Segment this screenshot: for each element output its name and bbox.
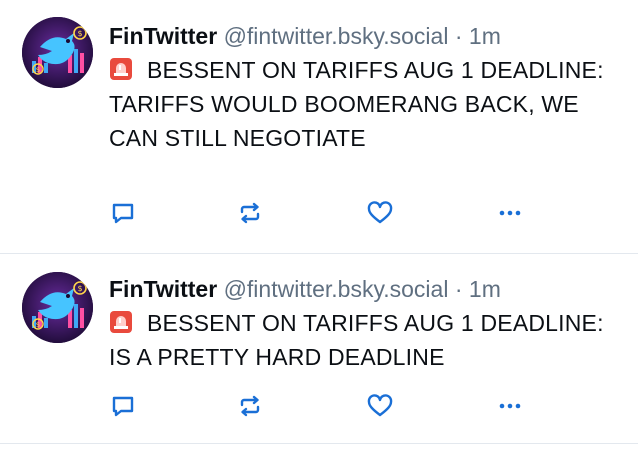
- repost-button[interactable]: [236, 199, 266, 229]
- post[interactable]: $ $ FinTwitter @fintwitter.bsky.social ·…: [0, 253, 638, 443]
- author-name[interactable]: FinTwitter: [109, 23, 217, 49]
- more-button[interactable]: [496, 392, 526, 422]
- svg-text:$: $: [77, 29, 82, 38]
- post-actions: [109, 392, 529, 422]
- feed: $ $ FinTwitter @fintwitter.bsky.social ·…: [0, 0, 638, 451]
- reply-button[interactable]: [109, 199, 139, 229]
- repost-button[interactable]: [236, 392, 266, 422]
- post-text-content: BESSENT ON TARIFFS AUG 1 DEADLINE: TARIF…: [109, 57, 604, 151]
- like-button[interactable]: [366, 199, 396, 229]
- repost-icon: [240, 395, 260, 417]
- svg-text:$: $: [77, 284, 82, 293]
- separator: ·: [454, 276, 463, 302]
- post-text: BESSENT ON TARIFFS AUG 1 DEADLINE: IS A …: [109, 306, 618, 374]
- author-handle[interactable]: @fintwitter.bsky.social: [224, 23, 449, 49]
- post-text-content: BESSENT ON TARIFFS AUG 1 DEADLINE: IS A …: [109, 310, 604, 370]
- post-header: FinTwitter @fintwitter.bsky.social · 1m: [109, 19, 618, 53]
- post-header: FinTwitter @fintwitter.bsky.social · 1m: [109, 272, 618, 306]
- like-button[interactable]: [366, 392, 396, 422]
- reply-icon: [112, 203, 134, 224]
- post-content: FinTwitter @fintwitter.bsky.social · 1m …: [109, 19, 618, 155]
- avatar[interactable]: $ $: [22, 17, 93, 88]
- reply-icon: [112, 396, 134, 417]
- post-time[interactable]: 1m: [469, 23, 501, 49]
- post-time[interactable]: 1m: [469, 276, 501, 302]
- more-button[interactable]: [496, 199, 526, 229]
- reply-button[interactable]: [109, 392, 139, 422]
- separator: ·: [454, 23, 463, 49]
- avatar[interactable]: $ $: [22, 272, 93, 343]
- siren-icon: [109, 56, 133, 80]
- svg-text:$: $: [36, 321, 40, 329]
- more-icon: [499, 403, 521, 409]
- svg-text:$: $: [36, 66, 40, 74]
- post-actions: [109, 199, 529, 229]
- post-text: BESSENT ON TARIFFS AUG 1 DEADLINE: TARIF…: [109, 53, 618, 155]
- author-name[interactable]: FinTwitter: [109, 276, 217, 302]
- like-icon: [367, 394, 393, 417]
- author-handle[interactable]: @fintwitter.bsky.social: [224, 276, 449, 302]
- more-icon: [499, 210, 521, 216]
- repost-icon: [240, 202, 260, 224]
- post-divider: [0, 443, 638, 444]
- siren-icon: [109, 309, 133, 333]
- post-content: FinTwitter @fintwitter.bsky.social · 1m …: [109, 272, 618, 374]
- post[interactable]: $ $ FinTwitter @fintwitter.bsky.social ·…: [0, 0, 638, 253]
- like-icon: [367, 201, 393, 224]
